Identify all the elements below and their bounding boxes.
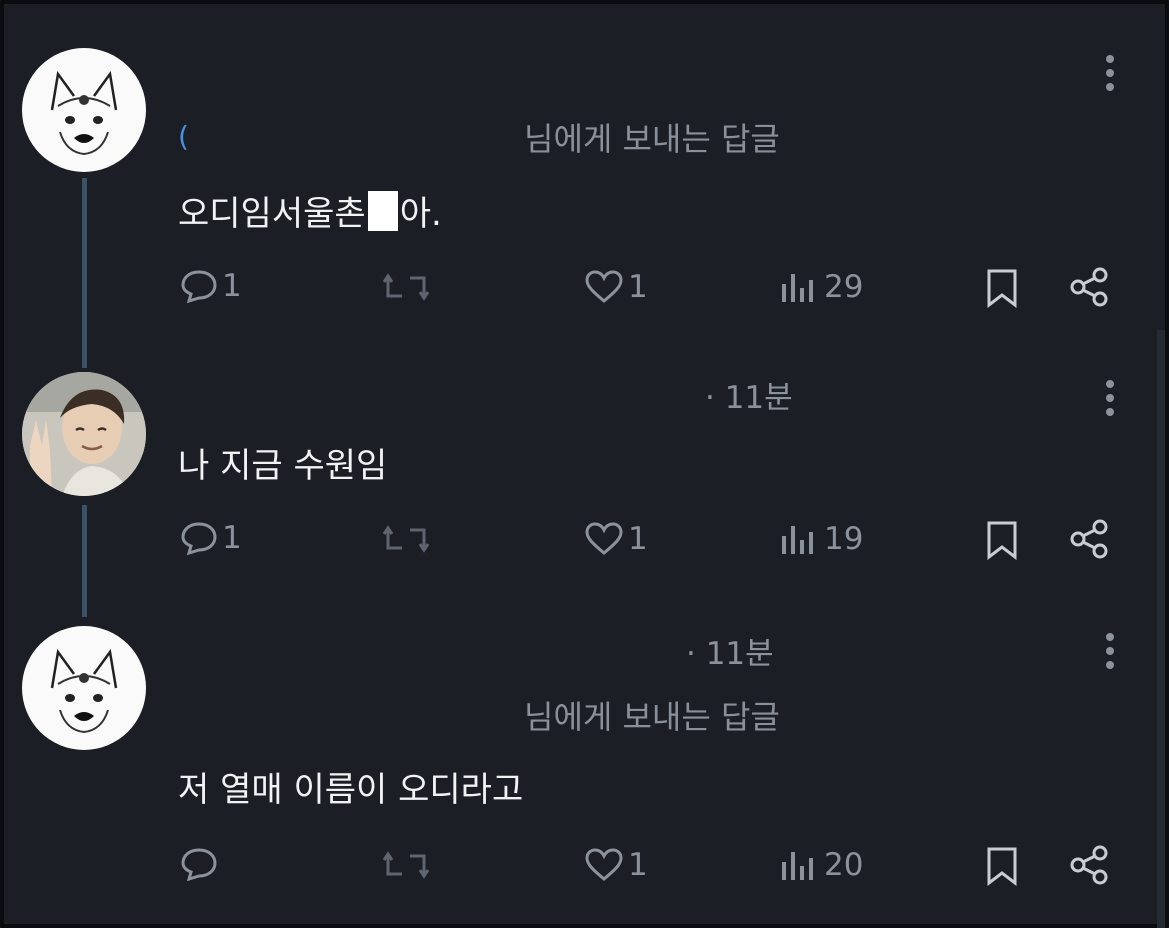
share-icon (1070, 845, 1108, 885)
views-count: 20 (824, 847, 864, 883)
reply-button[interactable] (180, 845, 222, 883)
reply-button[interactable]: 1 (180, 267, 242, 305)
views-button[interactable]: 19 (780, 521, 863, 557)
thread-line (82, 178, 87, 368)
views-count: 19 (824, 521, 864, 557)
reply-count: 1 (222, 520, 242, 556)
bar-chart-icon (782, 852, 813, 880)
repost-button[interactable] (382, 848, 430, 882)
repost-arrows-icon (382, 525, 430, 553)
repost-arrows-icon (382, 273, 430, 301)
bookmark-icon (987, 847, 1017, 886)
like-count: 1 (628, 847, 648, 883)
scrollbar[interactable] (1157, 330, 1165, 928)
heart-icon (585, 270, 623, 303)
share-button[interactable] (1068, 844, 1110, 886)
dog-drawing-icon (50, 70, 118, 156)
like-button[interactable]: 1 (584, 521, 648, 557)
more-options-button[interactable] (1100, 631, 1120, 671)
speech-bubble-icon (181, 270, 217, 304)
repost-button[interactable] (382, 270, 430, 304)
bookmark-button[interactable] (985, 268, 1019, 308)
reply-count: 1 (222, 268, 242, 304)
speech-bubble-icon (181, 848, 217, 882)
bookmark-button[interactable] (985, 520, 1019, 560)
reply-to-label: 님에게 보내는 답글 (524, 120, 780, 158)
views-button[interactable]: 29 (780, 269, 863, 305)
post-text: 저 열매 이름이 오디라고 (178, 770, 524, 810)
more-options-button[interactable] (1100, 378, 1120, 418)
reply-button[interactable]: 1 (180, 519, 242, 557)
post-text: 나 지금 수원임 (178, 446, 388, 486)
like-count: 1 (628, 521, 648, 557)
post-text-part: 오디임서울촌 (178, 194, 366, 234)
share-button[interactable] (1068, 266, 1110, 308)
views-count: 29 (824, 269, 864, 305)
post-time[interactable]: · 11분 (686, 628, 774, 673)
heart-icon (585, 522, 623, 555)
like-count: 1 (628, 269, 648, 305)
post-time[interactable]: · 11분 (705, 372, 793, 417)
avatar[interactable] (22, 372, 146, 496)
share-icon (1070, 267, 1108, 307)
repost-button[interactable] (382, 522, 430, 556)
more-options-button[interactable] (1100, 53, 1120, 93)
heart-icon (585, 848, 623, 881)
bookmark-icon (987, 269, 1017, 308)
like-button[interactable]: 1 (584, 847, 648, 883)
share-icon (1070, 519, 1108, 559)
reply-to-handle[interactable]: ( (178, 120, 189, 153)
redaction-block (367, 191, 398, 231)
repost-arrows-icon (382, 851, 430, 879)
like-button[interactable]: 1 (584, 269, 648, 305)
dog-drawing-icon (50, 648, 118, 734)
bookmark-button[interactable] (985, 846, 1019, 886)
person-photo-icon (22, 372, 146, 496)
views-button[interactable]: 20 (780, 847, 863, 883)
bookmark-icon (987, 521, 1017, 560)
bar-chart-icon (782, 274, 813, 302)
post-text-part: 아. (399, 194, 442, 234)
reply-to-label: 님에게 보내는 답글 (524, 698, 780, 736)
bar-chart-icon (782, 526, 813, 554)
avatar[interactable] (22, 48, 146, 172)
post-text: 오디임서울촌 아. (178, 186, 442, 235)
thread-line (82, 505, 87, 617)
speech-bubble-icon (181, 522, 217, 556)
share-button[interactable] (1068, 518, 1110, 560)
avatar[interactable] (22, 626, 146, 750)
